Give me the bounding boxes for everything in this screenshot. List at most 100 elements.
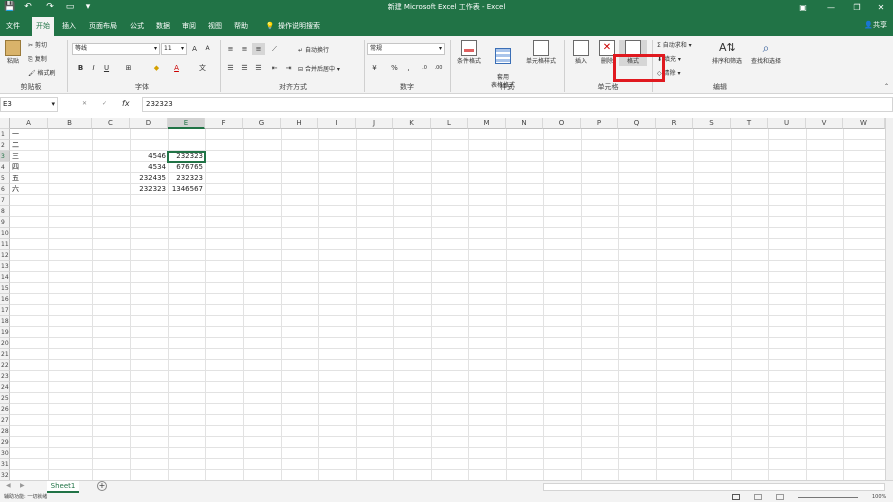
formula-input[interactable]: 232323 bbox=[142, 97, 893, 112]
ribbon-display-icon[interactable]: ▣ bbox=[790, 0, 816, 15]
tab-formulas[interactable]: 公式 bbox=[126, 17, 148, 36]
row-header[interactable]: 31 bbox=[0, 459, 10, 470]
sort-filter-button[interactable]: A⇅ 排序和筛选 bbox=[708, 40, 746, 66]
italic-button[interactable]: I bbox=[87, 62, 100, 74]
column-header[interactable]: W bbox=[843, 118, 885, 129]
row-header[interactable]: 13 bbox=[0, 261, 10, 272]
grow-font-button[interactable]: A bbox=[188, 43, 201, 55]
row-header[interactable]: 3 bbox=[0, 151, 10, 162]
bold-button[interactable]: B bbox=[74, 62, 87, 74]
sheet-tab-sheet1[interactable]: Sheet1 bbox=[47, 481, 79, 493]
row-header[interactable]: 10 bbox=[0, 228, 10, 239]
normal-view-icon[interactable] bbox=[732, 494, 740, 500]
column-header[interactable]: J bbox=[356, 118, 393, 129]
worksheet-grid[interactable]: A B C D E F G H I J K L M N O P Q R S T … bbox=[0, 118, 893, 480]
font-color-button[interactable]: A bbox=[170, 62, 183, 74]
decrease-indent-icon[interactable]: ⇤ bbox=[268, 62, 281, 74]
row-header[interactable]: 22 bbox=[0, 360, 10, 371]
conditional-format-button[interactable]: 条件格式 bbox=[453, 40, 485, 66]
cell-e6[interactable]: 1346567 bbox=[168, 184, 205, 195]
cell-a6[interactable]: 六 bbox=[12, 184, 19, 195]
cell-a4[interactable]: 四 bbox=[12, 162, 19, 173]
cell-a2[interactable]: 二 bbox=[12, 140, 19, 151]
increase-indent-icon[interactable]: ⇥ bbox=[282, 62, 295, 74]
row-header[interactable]: 27 bbox=[0, 415, 10, 426]
cell-d6[interactable]: 232323 bbox=[130, 184, 168, 195]
row-header[interactable]: 11 bbox=[0, 239, 10, 250]
row-header[interactable]: 18 bbox=[0, 316, 10, 327]
column-header[interactable]: R bbox=[656, 118, 693, 129]
column-header[interactable]: V bbox=[806, 118, 843, 129]
column-header[interactable]: C bbox=[92, 118, 130, 129]
percent-button[interactable]: % bbox=[388, 62, 401, 74]
enter-icon[interactable]: ✓ bbox=[102, 100, 107, 107]
number-format-select[interactable]: 常规 ▾ bbox=[367, 43, 445, 55]
cell-a1[interactable]: 一 bbox=[12, 129, 19, 140]
column-header[interactable]: N bbox=[506, 118, 543, 129]
underline-button[interactable]: U bbox=[100, 62, 113, 74]
row-header[interactable]: 12 bbox=[0, 250, 10, 261]
minimize-icon[interactable]: — bbox=[818, 0, 844, 15]
orientation-icon[interactable]: ⟋ bbox=[268, 43, 281, 55]
column-header[interactable]: Q bbox=[618, 118, 656, 129]
add-sheet-button[interactable]: + bbox=[97, 481, 107, 491]
vertical-scrollbar[interactable] bbox=[885, 118, 893, 480]
row-header[interactable]: 16 bbox=[0, 294, 10, 305]
shrink-font-button[interactable]: A bbox=[201, 43, 214, 55]
currency-icon[interactable]: ¥ bbox=[368, 62, 381, 74]
cell-e5[interactable]: 232323 bbox=[168, 173, 205, 184]
row-header[interactable]: 28 bbox=[0, 426, 10, 437]
tab-file[interactable]: 文件 bbox=[2, 17, 24, 36]
row-header[interactable]: 32 bbox=[0, 470, 10, 480]
horizontal-scrollbar[interactable] bbox=[543, 483, 885, 491]
restore-icon[interactable]: ❐ bbox=[844, 0, 870, 15]
align-left-icon[interactable]: ☰ bbox=[224, 62, 237, 74]
row-header[interactable]: 6 bbox=[0, 184, 10, 195]
row-header[interactable]: 21 bbox=[0, 349, 10, 360]
tab-data[interactable]: 数据 bbox=[152, 17, 174, 36]
zoom-slider[interactable] bbox=[798, 497, 858, 498]
tab-view[interactable]: 视图 bbox=[204, 17, 226, 36]
zoom-level[interactable]: 100% bbox=[872, 493, 886, 502]
row-header[interactable]: 14 bbox=[0, 272, 10, 283]
row-header[interactable]: 2 bbox=[0, 140, 10, 151]
cell-styles-button[interactable]: 单元格样式 bbox=[521, 40, 561, 66]
column-header[interactable]: G bbox=[243, 118, 281, 129]
cancel-icon[interactable]: ✕ bbox=[82, 100, 87, 107]
name-box[interactable]: E3 ▾ bbox=[0, 97, 58, 112]
column-header[interactable]: B bbox=[48, 118, 92, 129]
align-bottom-icon[interactable]: ≡ bbox=[252, 43, 265, 55]
row-header[interactable]: 17 bbox=[0, 305, 10, 316]
row-header[interactable]: 23 bbox=[0, 371, 10, 382]
insert-cells-button[interactable]: 插入 bbox=[567, 40, 595, 66]
row-header[interactable]: 9 bbox=[0, 217, 10, 228]
row-header[interactable]: 25 bbox=[0, 393, 10, 404]
align-top-icon[interactable]: ≡ bbox=[224, 43, 237, 55]
borders-icon[interactable]: ⊞ bbox=[122, 62, 135, 74]
column-header[interactable]: D bbox=[130, 118, 168, 129]
column-header[interactable]: I bbox=[318, 118, 356, 129]
row-header[interactable]: 30 bbox=[0, 448, 10, 459]
tab-page-layout[interactable]: 页面布局 bbox=[84, 17, 122, 36]
select-all-corner[interactable] bbox=[0, 118, 10, 129]
align-middle-icon[interactable]: ≡ bbox=[238, 43, 251, 55]
paste-button[interactable]: 粘贴 bbox=[4, 40, 22, 66]
next-sheet-icon[interactable]: ▶ bbox=[20, 482, 25, 489]
decrease-decimal-icon[interactable]: .00 bbox=[432, 62, 445, 74]
row-header[interactable]: 5 bbox=[0, 173, 10, 184]
row-header[interactable]: 20 bbox=[0, 338, 10, 349]
row-header[interactable]: 1 bbox=[0, 129, 10, 140]
share-button[interactable]: 👤共享 bbox=[864, 15, 887, 36]
increase-decimal-icon[interactable]: .0 bbox=[418, 62, 431, 74]
wrap-text-button[interactable]: ↵ 自动换行 bbox=[298, 45, 329, 54]
column-header[interactable]: E bbox=[168, 118, 205, 129]
phonetic-icon[interactable]: 文 bbox=[196, 62, 209, 74]
row-header[interactable]: 7 bbox=[0, 195, 10, 206]
cell-a3[interactable]: 三 bbox=[12, 151, 19, 162]
column-header[interactable]: O bbox=[543, 118, 581, 129]
collapse-ribbon-icon[interactable]: ⌃ bbox=[884, 83, 889, 90]
column-header[interactable]: M bbox=[468, 118, 506, 129]
column-header[interactable]: F bbox=[205, 118, 243, 129]
insert-function-icon[interactable]: fx bbox=[122, 99, 130, 108]
cell-d5[interactable]: 232435 bbox=[130, 173, 168, 184]
